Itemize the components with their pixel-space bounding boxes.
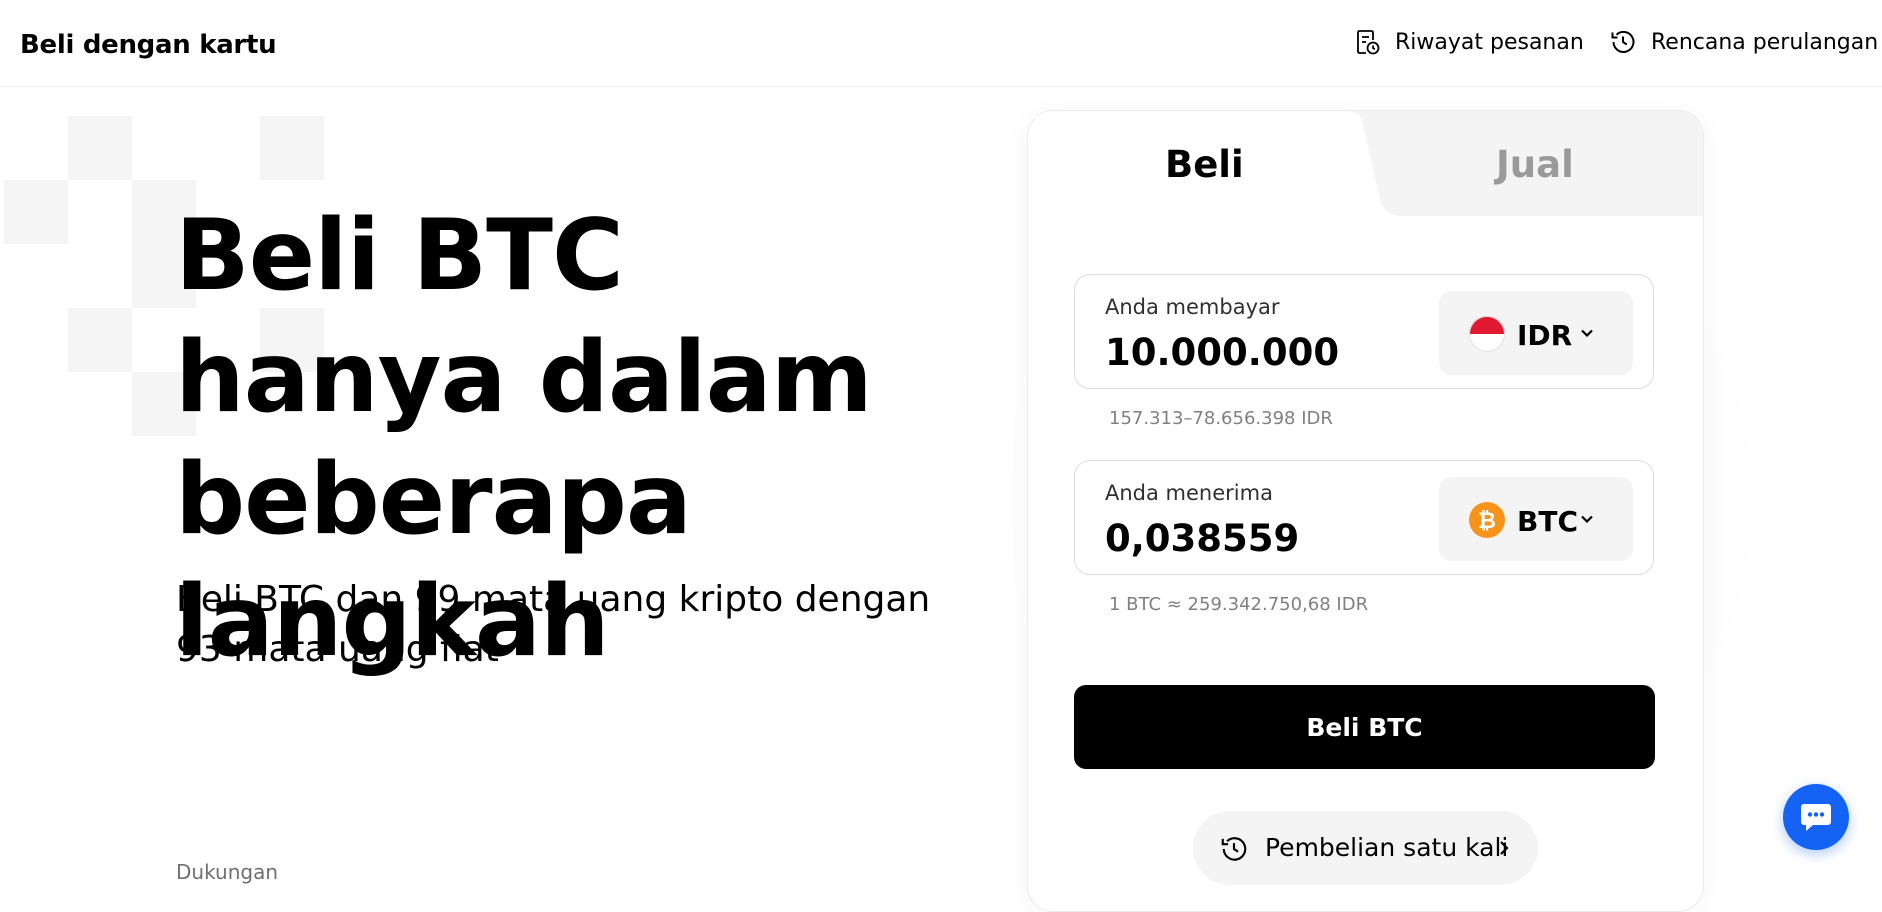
page-title: Beli dengan kartu <box>20 30 277 60</box>
purchase-mode-label: Pembelian satu kali <box>1265 833 1509 862</box>
top-header: Beli dengan kartu Riwayat pesanan Rencan… <box>0 0 1882 87</box>
hero-subtitle: Beli BTC dan 99 mata uang kripto dengan … <box>176 579 931 670</box>
pay-amount-input[interactable] <box>1105 331 1425 374</box>
order-history-link[interactable]: Riwayat pesanan <box>1353 28 1584 56</box>
chevron-down-icon <box>1581 515 1593 524</box>
receive-field: Anda menerima ₿ BTC <box>1074 460 1654 575</box>
exchange-rate-hint: 1 BTC ≈ 259.342.750,68 IDR <box>1109 594 1369 615</box>
trade-card: Beli Jual Anda membayar IDR 157.313–78.6… <box>1027 110 1704 912</box>
pay-field: Anda membayar IDR <box>1074 274 1654 389</box>
pay-label: Anda membayar <box>1105 295 1280 319</box>
buy-btc-button[interactable]: Beli BTC <box>1074 685 1655 769</box>
pay-currency-select[interactable]: IDR <box>1439 291 1633 375</box>
order-history-label: Riwayat pesanan <box>1395 29 1584 55</box>
svg-text:₿: ₿ <box>1478 509 1496 534</box>
tab-buy[interactable]: Beli <box>1165 143 1244 186</box>
chevron-right-icon <box>1500 841 1509 855</box>
order-history-icon <box>1357 30 1380 55</box>
bitcoin-icon: ₿ <box>1469 502 1505 538</box>
recurring-plan-link[interactable]: Rencana perulangan <box>1609 28 1878 56</box>
receive-amount-input[interactable] <box>1105 517 1425 560</box>
tab-sell[interactable]: Jual <box>1496 143 1574 186</box>
pay-currency-code: IDR <box>1517 319 1573 352</box>
receive-currency-select[interactable]: ₿ BTC <box>1439 477 1633 561</box>
purchase-mode-toggle[interactable]: Pembelian satu kali <box>1193 811 1538 885</box>
support-label: Dukungan <box>176 860 279 884</box>
chat-bubble-icon <box>1801 804 1831 831</box>
history-clock-icon <box>1611 30 1635 53</box>
chevron-down-icon <box>1581 329 1593 338</box>
receive-currency-code: BTC <box>1517 505 1578 538</box>
receive-label: Anda menerima <box>1105 481 1273 505</box>
recurring-plan-label: Rencana perulangan <box>1651 29 1879 55</box>
history-clock-icon <box>1221 837 1247 861</box>
chat-support-button[interactable] <box>1783 784 1849 850</box>
pay-range-hint: 157.313–78.656.398 IDR <box>1109 408 1333 429</box>
indonesia-flag-icon <box>1469 316 1505 352</box>
